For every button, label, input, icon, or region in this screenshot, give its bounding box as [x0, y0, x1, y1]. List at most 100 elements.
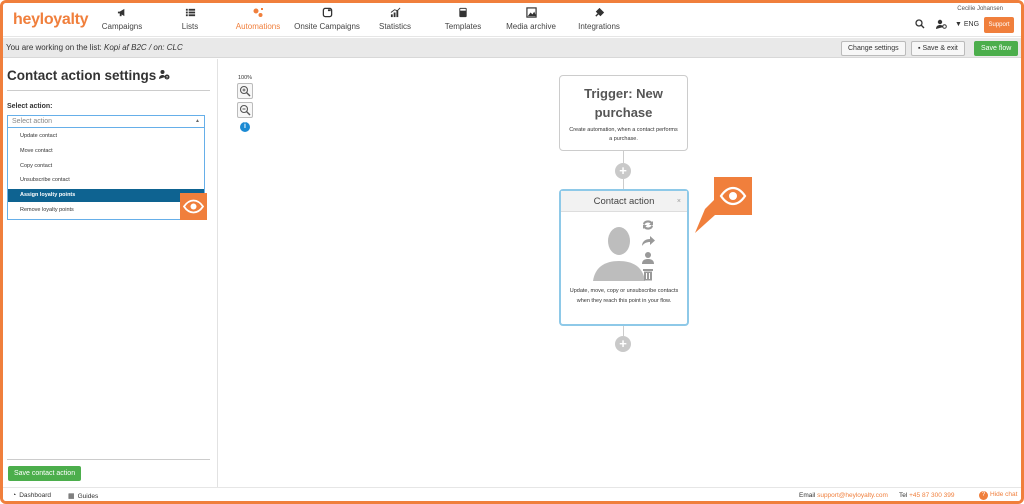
divider: [7, 459, 210, 460]
calculator-icon: [428, 7, 498, 20]
contact-action-settings-panel: Contact action settings ? Select action:…: [3, 59, 218, 487]
nav-label: Onsite Campaigns: [294, 22, 360, 31]
footer-tel: Tel +45 87 300 399: [899, 492, 955, 499]
footer-guides-label: Guides: [77, 493, 99, 500]
select-action-label: Select action:: [7, 103, 53, 110]
contact-action-description: Update, move, copy or unsubscribe contac…: [569, 288, 679, 304]
flow-connector: [623, 326, 624, 336]
automation-icon: [223, 7, 293, 20]
refresh-icon: [643, 220, 653, 230]
option-assign-loyalty-points[interactable]: Assign loyalty points: [8, 189, 204, 202]
option-update-contact[interactable]: Update contact: [8, 130, 204, 143]
hide-chat-button[interactable]: ? Hide chat: [979, 491, 1017, 500]
nav-campaigns[interactable]: Campaigns: [87, 7, 157, 31]
nav-label: Templates: [444, 22, 482, 31]
zoom-level: 100%: [238, 75, 253, 81]
trigger-node[interactable]: Trigger: New purchase Create automation,…: [559, 75, 688, 151]
working-list-text: You are working on the list: Kopi af B2C…: [6, 43, 183, 52]
working-list-prefix: You are working on the list:: [6, 43, 102, 52]
heyloyalty-logo[interactable]: heyloyalty: [13, 11, 89, 29]
add-step-button[interactable]: +: [615, 336, 631, 352]
user-settings-icon[interactable]: [936, 19, 947, 31]
logo-part-hey: hey: [13, 11, 40, 28]
divider: [7, 90, 210, 91]
option-copy-contact[interactable]: Copy contact: [8, 160, 204, 173]
zoom-in-button[interactable]: [237, 83, 253, 99]
save-disk-icon: ▪: [918, 45, 921, 52]
footer-guides[interactable]: ▦ Guides: [68, 492, 98, 500]
trigger-title: Trigger: New purchase: [584, 86, 663, 120]
panel-title-text: Contact action settings: [7, 68, 157, 83]
nav-label: Integrations: [578, 22, 620, 31]
language-selector[interactable]: ▼ ENG: [955, 21, 979, 28]
contact-action-node[interactable]: Contact action × Update, move, copy or u…: [559, 189, 689, 326]
share-icon: [642, 236, 655, 246]
save-contact-action-button[interactable]: Save contact action: [8, 466, 82, 481]
select-placeholder: Select action: [12, 118, 53, 125]
eye-icon: [714, 177, 752, 215]
footer-tel-link[interactable]: +45 87 300 399: [909, 492, 954, 499]
caret-up-icon: ▲: [195, 118, 200, 124]
nav-media-archive[interactable]: Media archive: [496, 7, 566, 31]
nav-statistics[interactable]: Statistics: [360, 7, 430, 31]
contact-silhouette-icon: [593, 227, 645, 281]
working-list-on: / on: CLC: [148, 43, 183, 52]
nav-label: Campaigns: [101, 22, 143, 31]
help-user-icon[interactable]: ?: [156, 70, 170, 82]
nav-label: Statistics: [378, 22, 411, 31]
support-button[interactable]: Support: [984, 17, 1014, 33]
working-list-name: Kopi af B2C: [104, 43, 147, 52]
help-icon: ?: [979, 491, 988, 500]
logo-part-loyalty: loyalty: [39, 11, 89, 28]
add-step-button[interactable]: +: [615, 163, 631, 179]
dashboard-icon: ◔: [12, 492, 17, 499]
top-navigation: heyloyalty Campaigns Lists Automations O…: [3, 3, 1021, 37]
option-move-contact[interactable]: Move contact: [8, 145, 204, 158]
footer-bar: ◔ Dashboard ▦ Guides Email support@heyloya…: [3, 487, 1021, 501]
action-options-list: Update contact Move contact Copy contact…: [7, 128, 205, 220]
option-remove-loyalty-points[interactable]: Remove loyalty points: [8, 204, 204, 217]
nav-lists[interactable]: Lists: [155, 7, 225, 31]
contact-action-title: Contact action: [593, 196, 655, 207]
footer-dashboard-label: Dashboard: [19, 492, 52, 499]
guides-icon: ▦: [68, 493, 75, 500]
contact-action-header: Contact action ×: [561, 191, 687, 212]
footer-email-link[interactable]: support@heyloyalty.com: [817, 492, 888, 499]
chart-icon: [360, 7, 430, 20]
megaphone-icon: [87, 7, 157, 20]
nav-templates[interactable]: Templates: [428, 7, 498, 31]
select-action-dropdown[interactable]: Select action ▲: [7, 115, 205, 128]
app-frame: heyloyalty Campaigns Lists Automations O…: [0, 0, 1024, 504]
footer-email: Email support@heyloyalty.com: [799, 492, 888, 499]
list-icon: [155, 7, 225, 20]
nav-label: Media archive: [506, 22, 556, 31]
user-icon: [642, 252, 654, 264]
close-icon[interactable]: ×: [677, 191, 681, 212]
info-icon[interactable]: i: [240, 122, 250, 132]
search-icon[interactable]: [915, 19, 925, 32]
save-exit-button[interactable]: ▪ Save & exit: [911, 41, 965, 56]
user-name[interactable]: Cecilie Johansen: [957, 6, 1003, 12]
save-flow-button[interactable]: Save flow: [974, 41, 1019, 56]
change-settings-button[interactable]: Change settings: [841, 41, 906, 56]
trigger-description: Create automation, when a contact perfor…: [569, 127, 678, 142]
window-icon: [292, 7, 362, 20]
nav-label: Lists: [181, 22, 199, 31]
eye-icon: [180, 193, 207, 220]
zoom-out-icon: [238, 104, 252, 121]
flow-connector: [623, 179, 624, 189]
zoom-in-icon: [238, 85, 252, 102]
zoom-out-button[interactable]: [237, 102, 253, 118]
list-info-bar: You are working on the list: Kopi af B2C…: [3, 38, 1021, 58]
trash-icon: [643, 269, 653, 281]
nav-onsite-campaigns[interactable]: Onsite Campaigns: [292, 7, 362, 31]
nav-automations[interactable]: Automations: [223, 7, 293, 31]
nav-label: Automations: [235, 22, 281, 31]
footer-tel-label: Tel: [899, 492, 908, 499]
panel-title: Contact action settings ?: [7, 68, 170, 83]
nav-integrations[interactable]: Integrations: [564, 7, 634, 31]
footer-dashboard[interactable]: ◔ Dashboard: [12, 492, 51, 499]
option-unsubscribe-contact[interactable]: Unsubscribe contact: [8, 174, 204, 187]
plug-icon: [564, 7, 634, 20]
footer-email-label: Email: [799, 492, 816, 499]
